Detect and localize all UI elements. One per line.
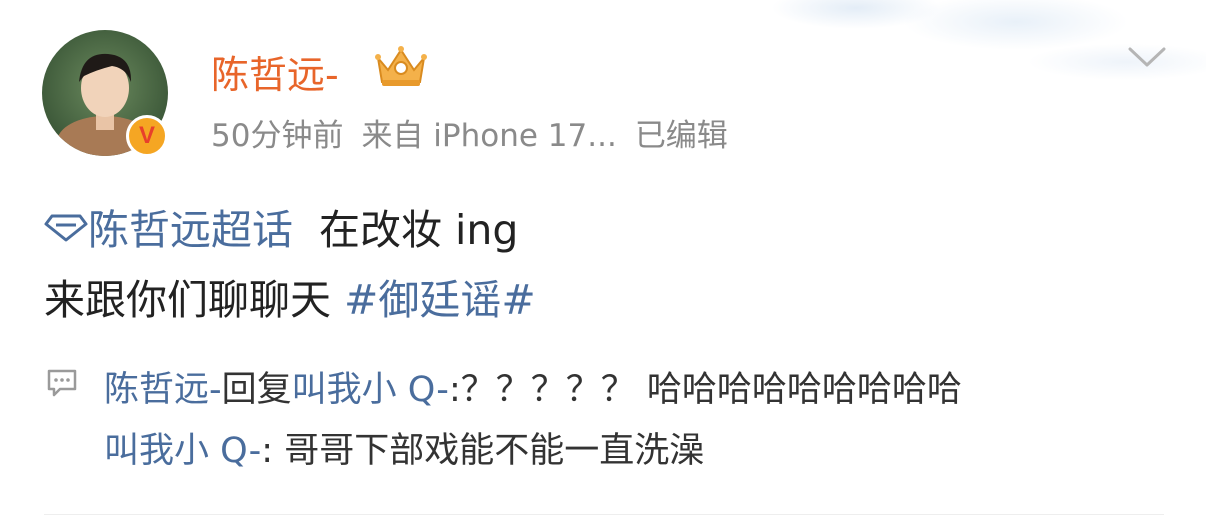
comment-reply-label: 回复 — [221, 370, 292, 410]
diamond-icon — [44, 214, 88, 242]
verified-badge: V — [126, 115, 168, 157]
post-text-2: 来跟你们聊聊天 — [44, 276, 331, 324]
comment-author[interactable]: 陈哲远- — [104, 370, 222, 410]
post-text-line-1: 陈哲远超话 在改妆 ing — [44, 196, 518, 256]
comment-item: 陈哲远-回复叫我小 Q-:？？？？？ 哈哈哈哈哈哈哈哈哈 — [104, 361, 962, 412]
chevron-down-icon[interactable] — [1128, 46, 1166, 68]
crown-icon[interactable] — [374, 44, 428, 88]
post-meta: 50分钟前 来自 iPhone 17... 已编辑 — [211, 110, 728, 155]
divider — [44, 514, 1164, 515]
comment-text: :？？？？？ 哈哈哈哈哈哈哈哈哈 — [448, 370, 962, 410]
edited-label[interactable]: 已编辑 — [635, 118, 728, 154]
supertopic-label: 陈哲远超话 — [88, 206, 293, 254]
post-source: 来自 iPhone 17... — [361, 118, 617, 154]
post-text-1: 在改妆 ing — [319, 206, 519, 254]
hashtag-link[interactable]: #御廷谣# — [344, 276, 536, 324]
post-text-line-2: 来跟你们聊聊天 #御廷谣# — [44, 266, 536, 326]
comment-item: 叫我小 Q-: 哥哥下部戏能不能一直洗澡 — [104, 422, 704, 473]
post-username[interactable]: 陈哲远- — [211, 44, 339, 99]
comment-author[interactable]: 叫我小 Q- — [104, 431, 261, 471]
post-time: 50分钟前 — [211, 118, 344, 154]
comment-icon — [47, 369, 77, 397]
verified-mark: V — [138, 122, 155, 149]
supertopic-link[interactable]: 陈哲远超话 — [44, 206, 293, 254]
comment-reply-target[interactable]: 叫我小 Q- — [292, 370, 449, 410]
comment-text: : 哥哥下部戏能不能一直洗澡 — [261, 431, 705, 471]
